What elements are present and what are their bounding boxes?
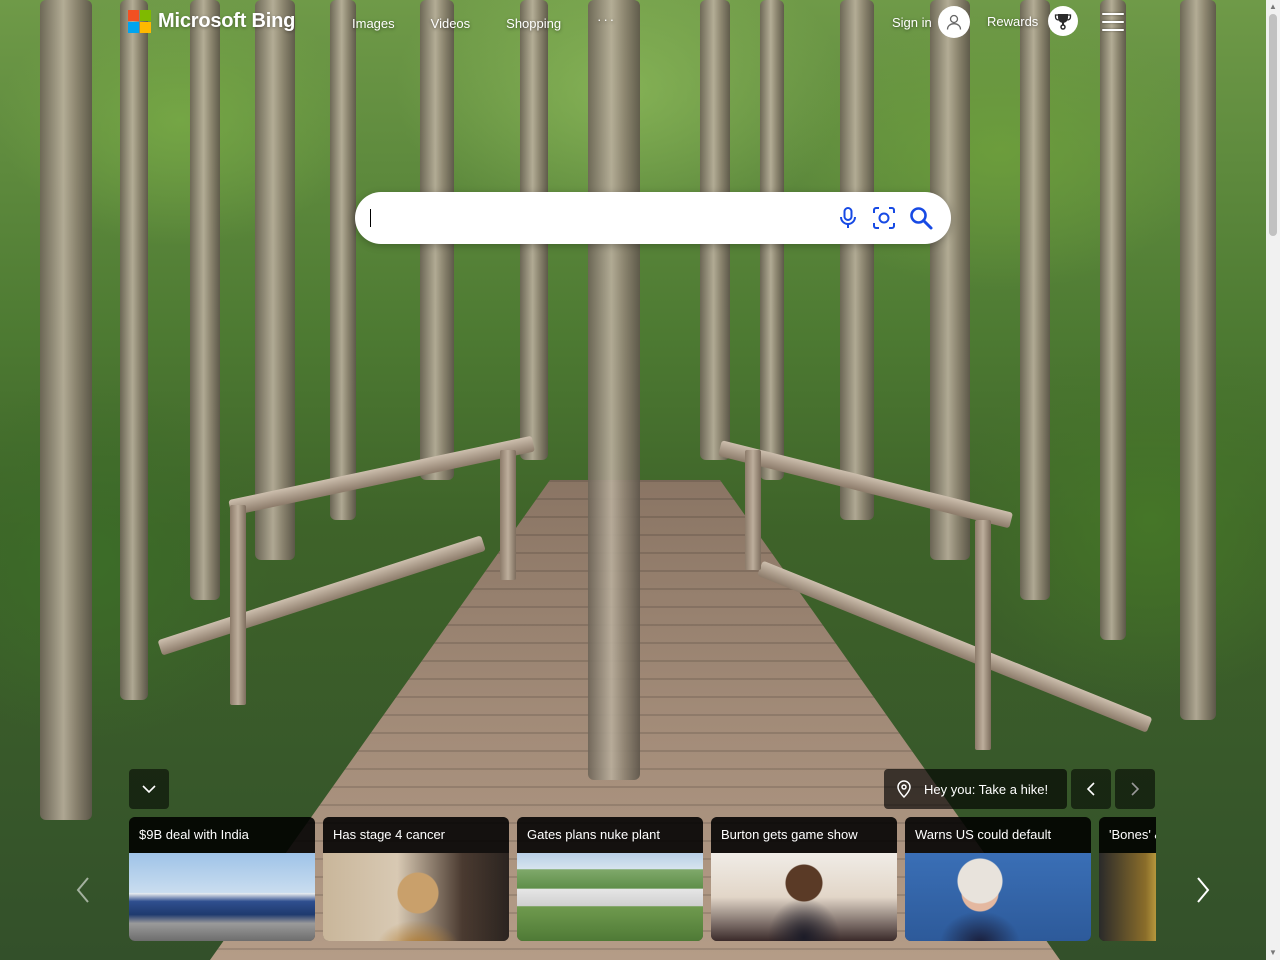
hamburger-menu-icon[interactable] [1102, 13, 1124, 31]
nav-images[interactable]: Images [352, 16, 395, 31]
news-card-image [323, 853, 509, 941]
avatar[interactable] [937, 6, 970, 38]
bing-logo[interactable]: Microsoft Bing [128, 10, 295, 33]
chevron-right-icon [1131, 782, 1140, 796]
trophy-icon [1055, 14, 1072, 30]
search-box [355, 192, 951, 244]
carousel-next-button[interactable] [1188, 868, 1218, 912]
news-card-image [711, 853, 897, 941]
microphone-icon[interactable] [835, 205, 861, 231]
location-pin-icon [897, 780, 911, 798]
news-card-image [1099, 853, 1156, 941]
news-card-image [905, 853, 1091, 941]
chevron-left-icon [1086, 782, 1095, 796]
scroll-up-arrow-icon[interactable]: ▲ [1266, 0, 1280, 14]
news-card-title: Has stage 4 cancer [323, 817, 509, 853]
news-carousel: $9B deal with India Has stage 4 cancer G… [129, 817, 1156, 941]
chevron-left-icon [76, 877, 89, 903]
news-card[interactable]: $9B deal with India [129, 817, 315, 941]
text-caret [370, 209, 371, 227]
news-card[interactable]: Warns US could default [905, 817, 1091, 941]
news-card-image [517, 853, 703, 941]
news-card-image [129, 853, 315, 941]
nav-shopping[interactable]: Shopping [506, 16, 561, 31]
image-info-button[interactable]: Hey you: Take a hike! [884, 769, 1067, 809]
page-scrollbar[interactable]: ▲ ▼ [1266, 0, 1280, 960]
news-card[interactable]: Gates plans nuke plant [517, 817, 703, 941]
chevron-down-icon [142, 785, 156, 794]
scrollbar-thumb[interactable] [1269, 14, 1277, 236]
news-card[interactable]: Has stage 4 cancer [323, 817, 509, 941]
news-card-title: Gates plans nuke plant [517, 817, 703, 853]
user-icon [946, 14, 961, 30]
rewards-button[interactable]: Rewards [987, 6, 1079, 36]
news-card[interactable]: Burton gets game show [711, 817, 897, 941]
collapse-feed-button[interactable] [129, 769, 169, 809]
search-icon[interactable] [908, 205, 934, 231]
image-caption: Hey you: Take a hike! [924, 781, 1049, 797]
previous-image-button[interactable] [1071, 769, 1111, 809]
background-image [0, 0, 1266, 960]
logo-text: Microsoft Bing [158, 10, 296, 32]
news-card-title: 'Bones' & [1099, 817, 1156, 853]
sign-in-label: Sign in [892, 14, 932, 30]
news-card-title: Warns US could default [905, 817, 1091, 853]
visual-search-icon[interactable] [871, 205, 897, 231]
microsoft-logo-icon [128, 10, 151, 33]
nav-more-button[interactable]: ··· [597, 12, 616, 27]
sign-in-button[interactable]: Sign in [892, 6, 970, 38]
rewards-badge[interactable] [1048, 6, 1079, 36]
carousel-prev-button[interactable] [68, 868, 98, 912]
rewards-label: Rewards [987, 13, 1039, 29]
scroll-down-arrow-icon[interactable]: ▼ [1266, 946, 1280, 960]
nav-videos[interactable]: Videos [431, 16, 471, 31]
chevron-right-icon [1197, 877, 1210, 903]
search-input[interactable] [369, 200, 819, 236]
news-card-title: $9B deal with India [129, 817, 315, 853]
news-card[interactable]: 'Bones' & [1099, 817, 1156, 941]
next-image-button[interactable] [1115, 769, 1155, 809]
top-nav: Images Videos Shopping ··· [352, 12, 616, 31]
news-card-title: Burton gets game show [711, 817, 897, 853]
